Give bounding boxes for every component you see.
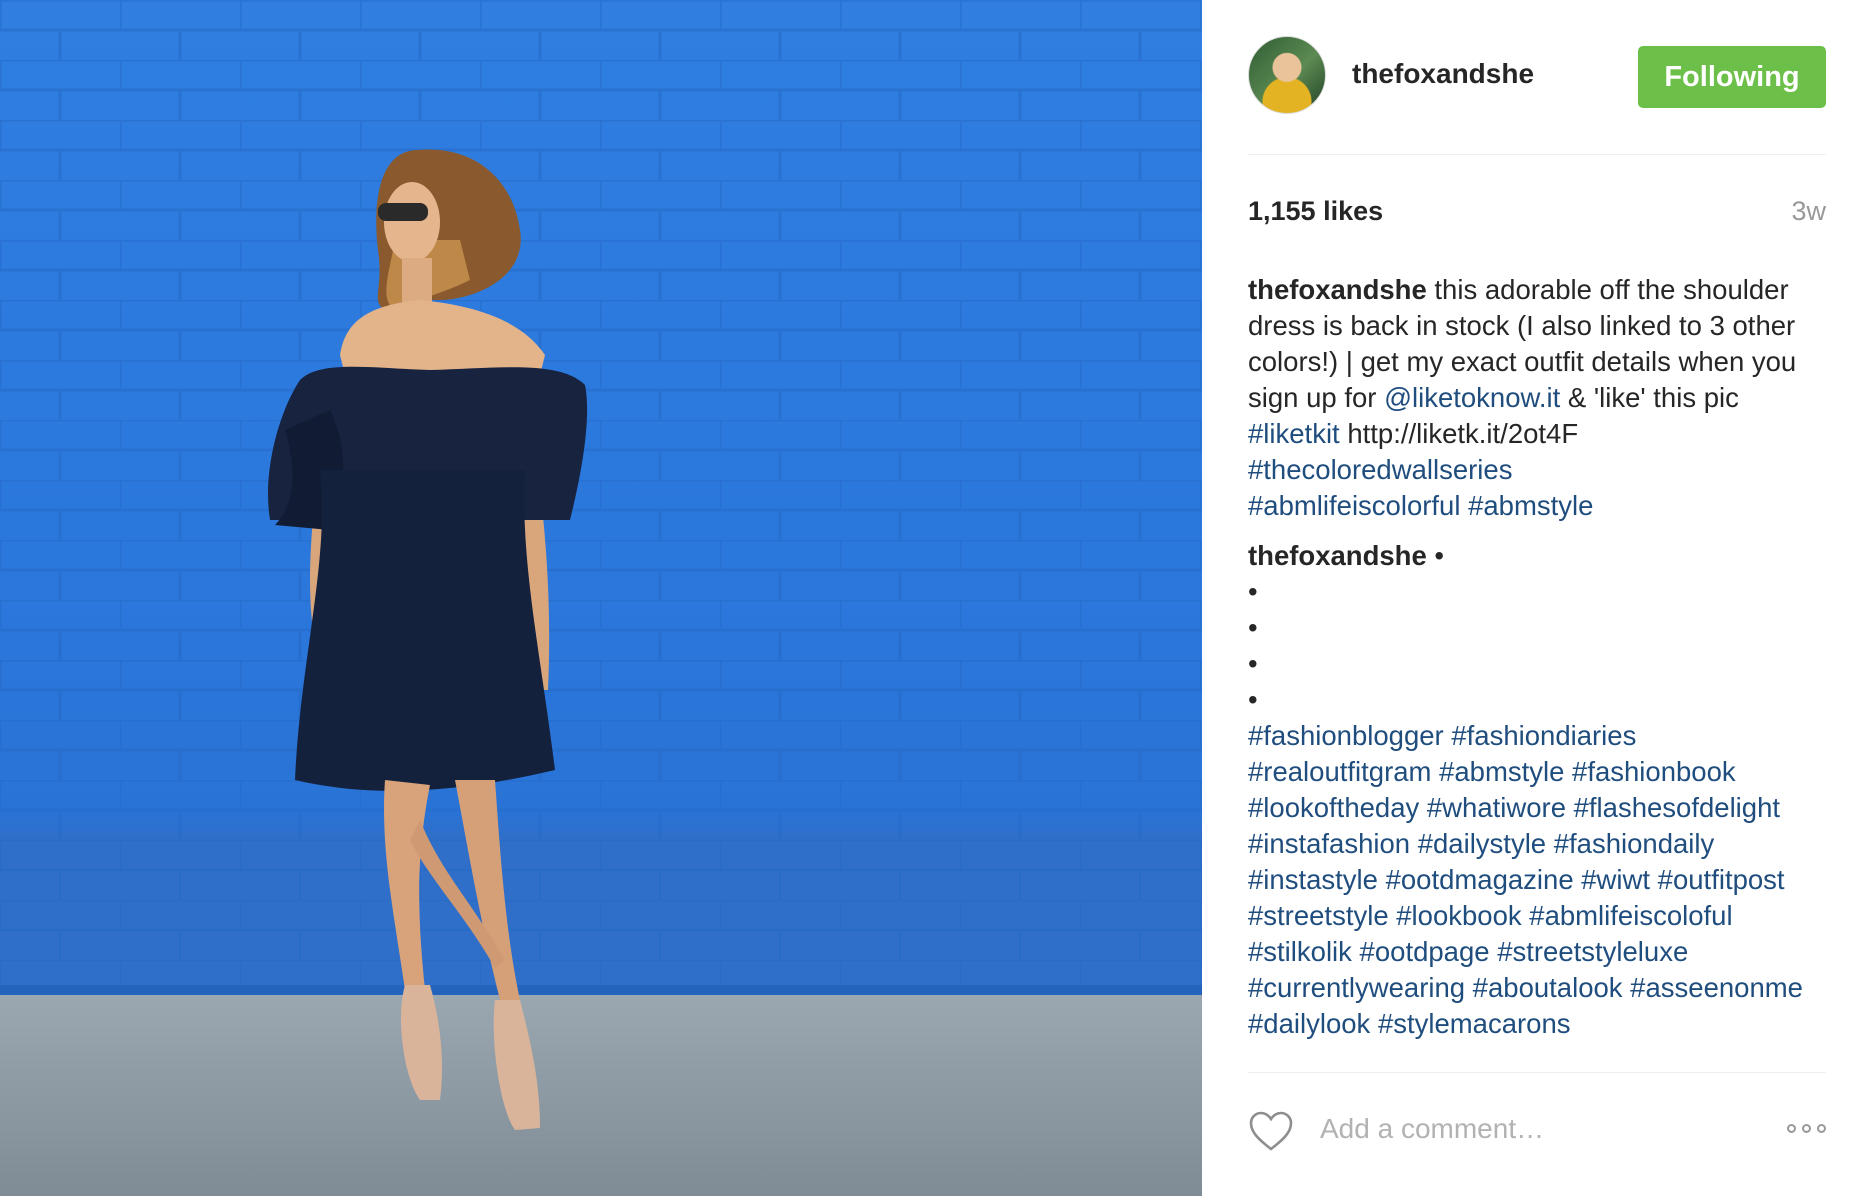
- caption-url: http://liketk.it/2ot4F: [1339, 418, 1579, 449]
- username-link[interactable]: thefoxandshe: [1352, 58, 1534, 90]
- post-header: thefoxandshe Following: [1248, 36, 1826, 116]
- add-comment-input[interactable]: [1318, 1112, 1752, 1146]
- post-details-panel: thefoxandshe Following 1,155 likes 3w th…: [1202, 0, 1868, 1196]
- mention-link[interactable]: @liketoknow.it: [1384, 382, 1560, 413]
- hashtag-links[interactable]: #abmlifeiscolorful #abmstyle: [1248, 490, 1593, 521]
- more-options-icon[interactable]: [1787, 1124, 1826, 1133]
- comment-username-link[interactable]: thefoxandshe: [1248, 540, 1427, 571]
- caption-username-link[interactable]: thefoxandshe: [1248, 274, 1427, 305]
- heart-icon[interactable]: [1248, 1110, 1294, 1152]
- sidewalk: [0, 995, 1202, 1196]
- more-dot: [1817, 1124, 1826, 1133]
- caption-text-2: & 'like' this pic: [1560, 382, 1739, 413]
- header-divider: [1248, 154, 1826, 155]
- comments-list[interactable]: thefoxandshe this adorable off the shoul…: [1248, 272, 1826, 1064]
- following-button[interactable]: Following: [1638, 46, 1826, 108]
- hashtag-comment: thefoxandshe • • • • • #fashionblogger #…: [1248, 538, 1826, 1042]
- hashtag-link[interactable]: #liketkit: [1248, 418, 1340, 449]
- hashtag-links[interactable]: #fashionblogger #fashiondiaries #realout…: [1248, 720, 1803, 1039]
- comments-divider: [1248, 1072, 1826, 1073]
- brick-wall: [0, 0, 1202, 990]
- more-dot: [1787, 1124, 1796, 1133]
- woman-in-navy-dress-photo: [0, 0, 1202, 1196]
- more-dot: [1802, 1124, 1811, 1133]
- post-age[interactable]: 3w: [1791, 196, 1826, 227]
- avatar-image[interactable]: [1248, 36, 1326, 114]
- post-photo[interactable]: [0, 0, 1202, 1196]
- caption-comment: thefoxandshe this adorable off the shoul…: [1248, 272, 1826, 524]
- hashtag-link[interactable]: #thecoloredwallseries: [1248, 454, 1512, 485]
- comment-bar: [1248, 1108, 1826, 1158]
- likes-count[interactable]: 1,155 likes: [1248, 196, 1383, 227]
